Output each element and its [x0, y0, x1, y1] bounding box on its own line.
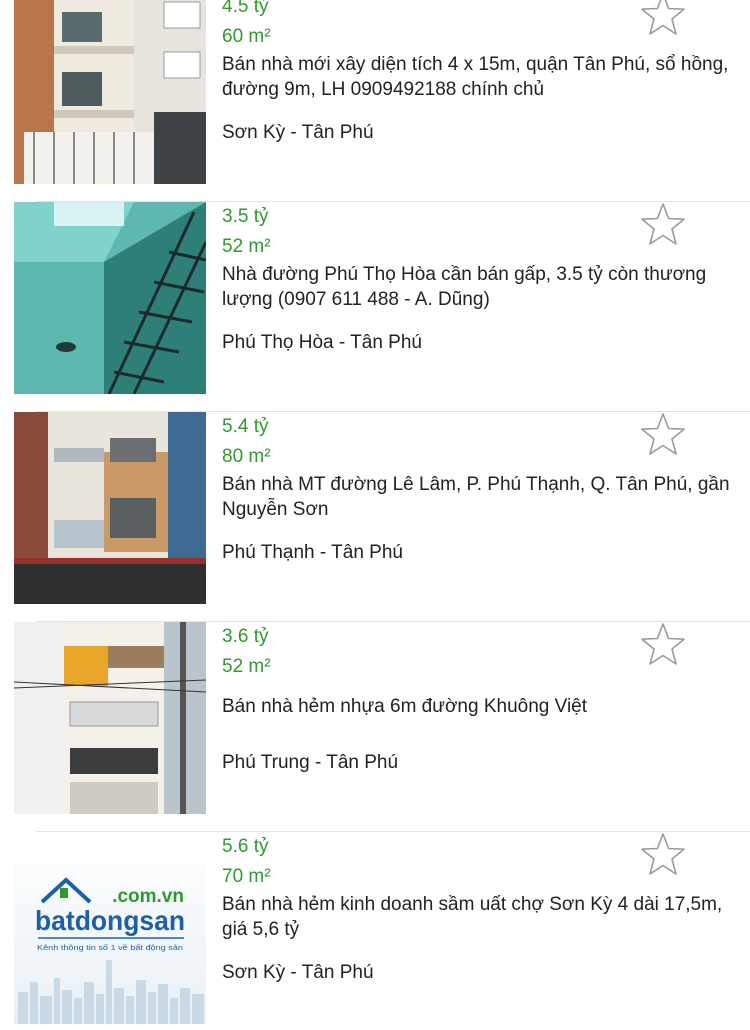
logo-domain: .com.vn: [112, 886, 184, 907]
listing-title[interactable]: Bán nhà MT đường Lê Lâm, P. Phú Thạnh, Q…: [222, 472, 732, 522]
house-photo-townhouse: [14, 0, 206, 184]
listing-photo[interactable]: [14, 412, 206, 604]
star-outline-icon[interactable]: [640, 832, 686, 876]
listing-title[interactable]: Bán nhà mới xây diện tích 4 x 15m, quận …: [222, 52, 732, 102]
listing-list: 4.5 tỷ 60 m² Bán nhà mới xây diện tích 4…: [0, 0, 750, 1030]
logo-slogan: Kênh thông tin số 1 về bất động sản: [37, 943, 183, 952]
star-outline-icon[interactable]: [640, 412, 686, 456]
house-photo-facade: [14, 412, 206, 604]
listing-area: 70 m²: [222, 866, 271, 887]
listing-title[interactable]: Bán nhà hẻm kinh doanh sầm uất chợ Sơn K…: [222, 892, 732, 942]
listing-title[interactable]: Bán nhà hẻm nhựa 6m đường Khuông Việt: [222, 694, 732, 719]
listing-item[interactable]: 3.5 tỷ 52 m² Nhà đường Phú Thọ Hòa cần b…: [0, 202, 750, 412]
listing-item[interactable]: 3.6 tỷ 52 m² Bán nhà hẻm nhựa 6m đường K…: [0, 622, 750, 832]
listing-photo[interactable]: [14, 202, 206, 394]
listing-price: 4.5 tỷ: [222, 0, 269, 17]
house-photo-narrow-house: [14, 622, 206, 814]
batdongsan-logo: .com.vn batdongsan Kênh thông tin số 1 v…: [14, 832, 206, 1024]
listing-item[interactable]: 5.4 tỷ 80 m² Bán nhà MT đường Lê Lâm, P.…: [0, 412, 750, 622]
house-photo-staircase: [14, 202, 206, 394]
logo-brand: batdongsan: [35, 905, 185, 936]
listing-photo[interactable]: [14, 0, 206, 184]
listing-item[interactable]: 4.5 tỷ 60 m² Bán nhà mới xây diện tích 4…: [0, 0, 750, 202]
star-outline-icon[interactable]: [640, 202, 686, 246]
listing-area: 52 m²: [222, 236, 271, 257]
listing-item[interactable]: .com.vn batdongsan Kênh thông tin số 1 v…: [0, 832, 750, 1030]
listing-area: 60 m²: [222, 26, 271, 47]
listing-price: 3.5 tỷ: [222, 206, 269, 227]
listing-location: Sơn Kỳ - Tân Phú: [222, 962, 374, 983]
listing-price: 5.4 tỷ: [222, 416, 269, 437]
listing-area: 80 m²: [222, 446, 271, 467]
listing-location: Phú Thọ Hòa - Tân Phú: [222, 332, 422, 353]
listing-area: 52 m²: [222, 656, 271, 677]
star-outline-icon[interactable]: [640, 0, 686, 36]
star-outline-icon[interactable]: [640, 622, 686, 666]
listing-photo[interactable]: .com.vn batdongsan Kênh thông tin số 1 v…: [14, 832, 206, 1024]
listing-price: 3.6 tỷ: [222, 626, 269, 647]
listing-location: Sơn Kỳ - Tân Phú: [222, 122, 374, 143]
listing-photo[interactable]: [14, 622, 206, 814]
listing-location: Phú Thạnh - Tân Phú: [222, 542, 403, 563]
listing-location: Phú Trung - Tân Phú: [222, 752, 399, 773]
listing-title[interactable]: Nhà đường Phú Thọ Hòa cần bán gấp, 3.5 t…: [222, 262, 732, 312]
listing-price: 5.6 tỷ: [222, 836, 269, 857]
